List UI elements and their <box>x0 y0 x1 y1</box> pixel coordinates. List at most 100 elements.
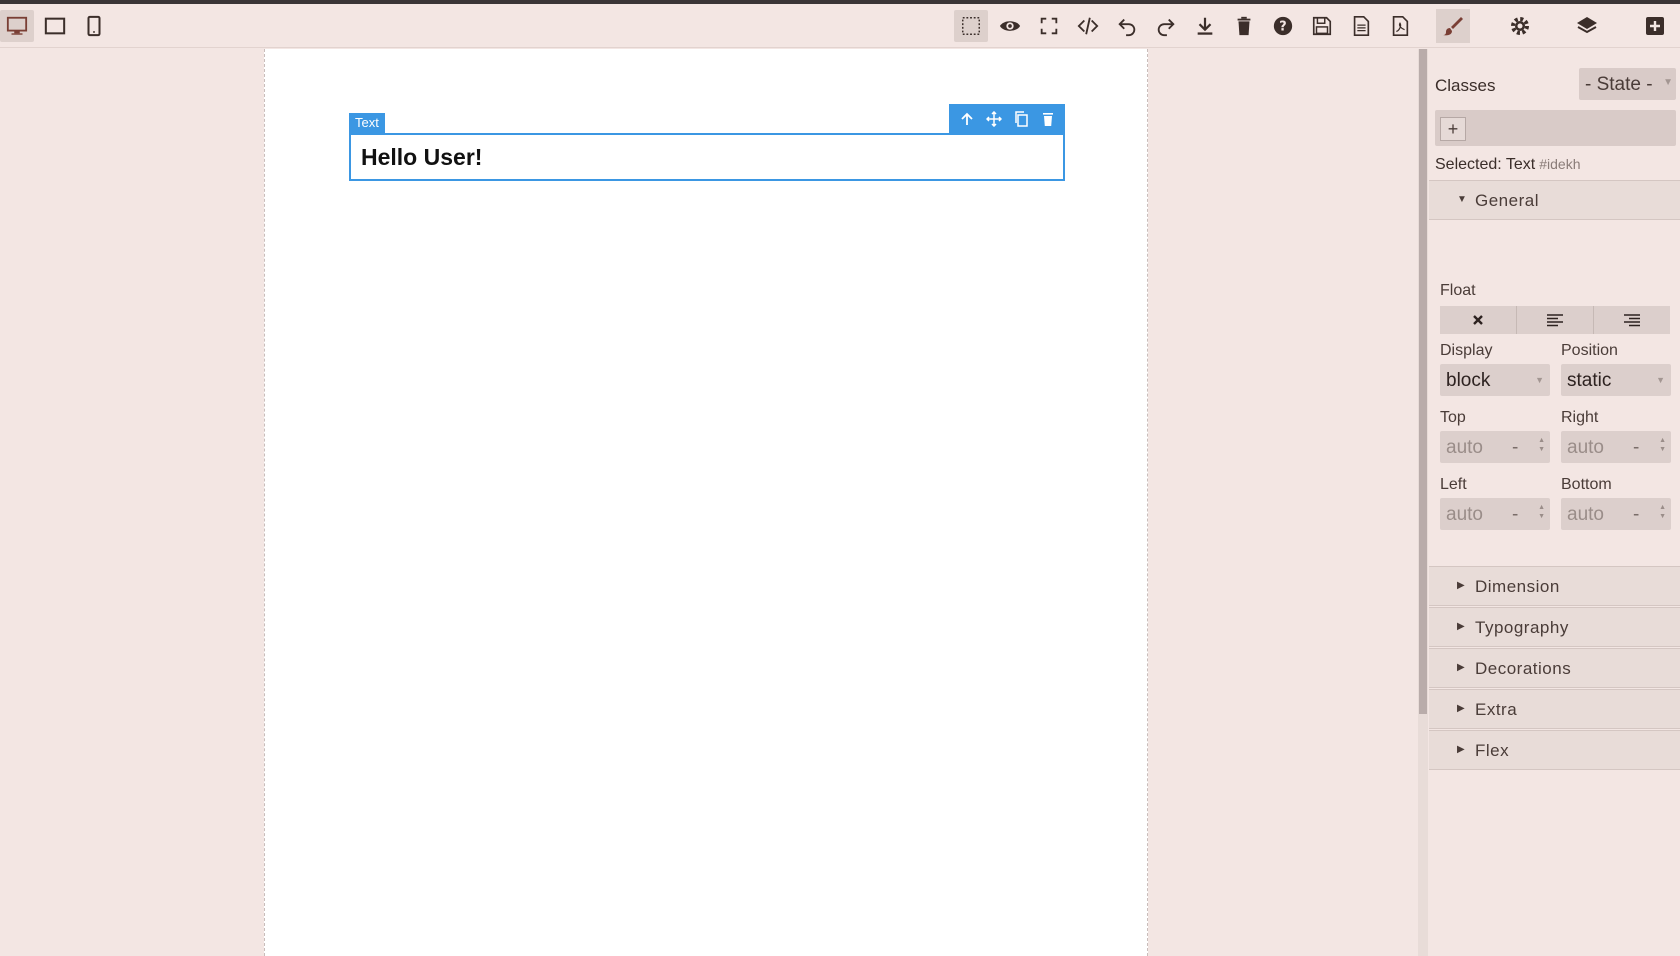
add-class-button[interactable]: + <box>1440 117 1466 141</box>
tablet-icon <box>44 17 66 35</box>
canvas-frame[interactable]: Text Hello User! <box>264 49 1148 956</box>
state-select-value: - State - <box>1585 74 1653 95</box>
float-radio-group <box>1440 306 1670 334</box>
sw-visibility-button[interactable] <box>954 10 988 42</box>
section-decorations[interactable]: ▶ Decorations <box>1429 648 1680 688</box>
float-right-button[interactable] <box>1594 306 1670 334</box>
left-input[interactable]: auto - ▲ ▼ <box>1440 498 1550 530</box>
export-button[interactable] <box>1188 10 1222 42</box>
section-general-label: General <box>1475 191 1539 210</box>
device-mobile-button[interactable] <box>77 10 111 42</box>
export-icon <box>1197 17 1213 35</box>
close-icon <box>1473 315 1483 325</box>
right-input[interactable]: auto - ▲ ▼ <box>1561 431 1671 463</box>
bottom-unit-select[interactable]: - <box>1633 504 1639 526</box>
state-select[interactable]: - State - ▼ <box>1579 68 1676 100</box>
save-button[interactable] <box>1305 10 1339 42</box>
undo-button[interactable] <box>1110 10 1144 42</box>
top-input[interactable]: auto - ▲ ▼ <box>1440 431 1550 463</box>
blocks-icon <box>1646 17 1664 35</box>
select-parent-button[interactable] <box>956 108 978 130</box>
selected-component: Selected: Text #idekh <box>1435 156 1580 174</box>
redo-button[interactable] <box>1149 10 1183 42</box>
chevron-down-icon: ▼ <box>1656 375 1665 385</box>
style-manager-icon <box>1443 17 1463 36</box>
style-manager-panel: Classes - State - ▼ + Selected: Text #ide… <box>1428 49 1680 956</box>
stepper-arrows-icon[interactable]: ▲ ▼ <box>1659 503 1666 521</box>
settings-tab[interactable] <box>1503 9 1537 43</box>
right-input-value: auto <box>1567 437 1604 458</box>
display-select[interactable]: block ▼ <box>1440 364 1550 396</box>
section-general[interactable]: ▼ General <box>1429 180 1680 220</box>
section-typography[interactable]: ▶ Typography <box>1429 607 1680 647</box>
bottom-label: Bottom <box>1561 476 1612 493</box>
move-button[interactable] <box>983 108 1005 130</box>
panel-tabs <box>1428 4 1680 48</box>
right-label: Right <box>1561 409 1599 426</box>
section-flex-label: Flex <box>1475 741 1510 760</box>
selected-id: #idekh <box>1539 156 1581 172</box>
caret-down-icon: ▼ <box>1457 194 1468 205</box>
top-unit-select[interactable]: - <box>1512 437 1518 459</box>
selected-label: Selected: Text <box>1435 156 1536 173</box>
panel-scrollbar-thumb[interactable] <box>1419 49 1427 714</box>
section-typography-label: Typography <box>1475 618 1569 637</box>
section-extra[interactable]: ▶ Extra <box>1429 689 1680 729</box>
settings-icon <box>1511 17 1529 35</box>
preview-icon <box>999 21 1021 31</box>
top-toolbar: ? <box>0 4 1428 48</box>
display-select-value: block <box>1446 370 1491 391</box>
display-label: Display <box>1440 342 1493 359</box>
preview-button[interactable] <box>993 10 1027 42</box>
clone-button[interactable] <box>1010 108 1032 130</box>
clear-canvas-icon <box>1237 16 1251 36</box>
clear-canvas-button[interactable] <box>1227 10 1261 42</box>
clone-icon <box>1014 111 1028 127</box>
section-extra-label: Extra <box>1475 700 1518 719</box>
component-toolbar <box>949 104 1065 134</box>
help-icon: ? <box>1273 16 1293 36</box>
right-unit-select[interactable]: - <box>1633 437 1639 459</box>
blocks-tab[interactable] <box>1638 9 1672 43</box>
float-none-button[interactable] <box>1440 306 1517 334</box>
text-component[interactable]: Hello User! <box>349 133 1065 181</box>
canvas-area: Text Hello User! <box>0 49 1418 956</box>
bottom-input[interactable]: auto - ▲ ▼ <box>1561 498 1671 530</box>
bottom-input-value: auto <box>1567 504 1604 525</box>
device-desktop-button[interactable] <box>0 10 34 42</box>
general-properties: Float Display Position block ▼ static ▼ … <box>1428 280 1680 565</box>
device-tablet-button[interactable] <box>38 10 72 42</box>
float-left-button[interactable] <box>1517 306 1594 334</box>
import-icon <box>1353 16 1370 36</box>
delete-icon <box>1042 113 1053 126</box>
sw-visibility-icon <box>962 17 980 35</box>
svg-text:?: ? <box>1279 20 1286 35</box>
undo-icon <box>1118 18 1136 37</box>
section-dimension[interactable]: ▶ Dimension <box>1429 566 1680 606</box>
delete-button[interactable] <box>1037 108 1059 130</box>
caret-right-icon: ▶ <box>1457 703 1466 714</box>
help-button[interactable]: ? <box>1266 10 1300 42</box>
top-label: Top <box>1440 409 1466 426</box>
desktop-icon <box>6 16 28 35</box>
import-button[interactable] <box>1344 10 1378 42</box>
code-icon <box>1077 17 1099 35</box>
stepper-arrows-icon[interactable]: ▲ ▼ <box>1659 436 1666 454</box>
section-dimension-label: Dimension <box>1475 577 1560 596</box>
stepper-arrows-icon[interactable]: ▲ ▼ <box>1538 436 1545 454</box>
top-input-value: auto <box>1446 437 1483 458</box>
fullscreen-button[interactable] <box>1032 10 1066 42</box>
caret-right-icon: ▶ <box>1457 580 1466 591</box>
layer-manager-tab[interactable] <box>1570 9 1604 43</box>
section-flex[interactable]: ▶ Flex <box>1429 730 1680 770</box>
code-button[interactable] <box>1071 10 1105 42</box>
redo-icon <box>1157 18 1175 37</box>
style-manager-tab[interactable] <box>1436 9 1470 43</box>
caret-right-icon: ▶ <box>1457 621 1466 632</box>
position-select[interactable]: static ▼ <box>1561 364 1671 396</box>
left-unit-select[interactable]: - <box>1512 504 1518 526</box>
move-icon <box>985 111 1002 127</box>
classes-label: Classes <box>1435 76 1496 95</box>
pdf-button[interactable] <box>1383 10 1417 42</box>
stepper-arrows-icon[interactable]: ▲ ▼ <box>1538 503 1545 521</box>
